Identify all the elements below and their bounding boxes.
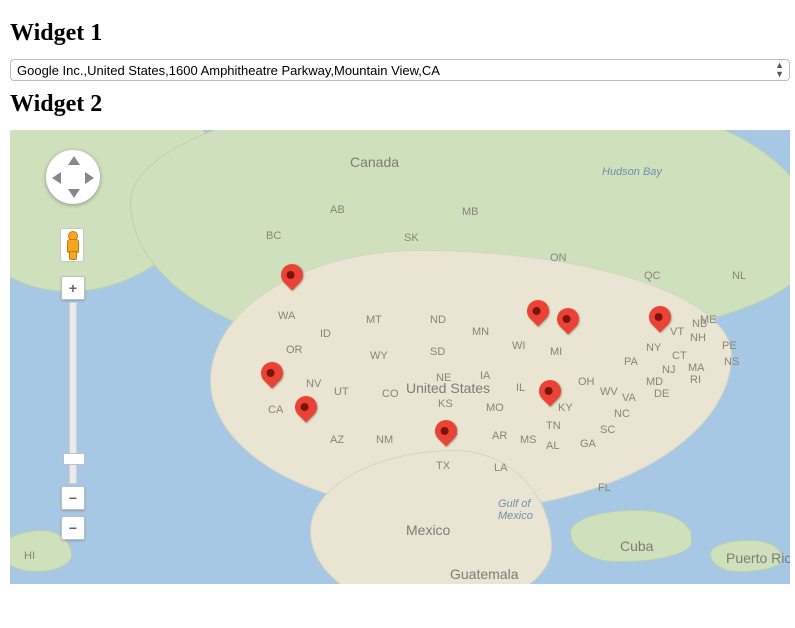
marker-wi[interactable] bbox=[527, 300, 549, 336]
marker-tx[interactable] bbox=[435, 420, 457, 456]
widget1-title: Widget 1 bbox=[10, 20, 785, 47]
zoom-out-button-2[interactable]: − bbox=[61, 516, 85, 540]
zoom-slider-handle[interactable] bbox=[63, 453, 85, 465]
marker-wa[interactable] bbox=[281, 264, 303, 300]
zoom-out-button-1[interactable]: − bbox=[61, 486, 85, 510]
pan-right-button[interactable] bbox=[85, 172, 94, 184]
marker-ca-south[interactable] bbox=[295, 396, 317, 432]
marker-ny[interactable] bbox=[649, 306, 671, 342]
zoom-slider-track[interactable] bbox=[69, 302, 77, 484]
zoom-in-button[interactable]: + bbox=[61, 276, 85, 300]
pan-up-button[interactable] bbox=[68, 156, 80, 165]
address-select-wrap: Google Inc.,United States,1600 Amphithea… bbox=[10, 59, 790, 81]
marker-tn[interactable] bbox=[539, 380, 561, 416]
widget2-title: Widget 2 bbox=[10, 91, 785, 118]
marker-ca-north[interactable] bbox=[261, 362, 283, 398]
marker-mi[interactable] bbox=[557, 308, 579, 344]
pan-down-button[interactable] bbox=[68, 189, 80, 198]
map-canvas[interactable]: CanadaUnited StatesMexicoCubaGuatemalaPu… bbox=[10, 130, 790, 584]
landmass bbox=[710, 540, 782, 572]
landmass bbox=[570, 510, 692, 562]
pan-left-button[interactable] bbox=[52, 172, 61, 184]
address-select[interactable]: Google Inc.,United States,1600 Amphithea… bbox=[10, 59, 790, 81]
pan-control bbox=[46, 150, 100, 204]
pegman-icon[interactable] bbox=[60, 228, 84, 262]
zoom-control: + − − bbox=[62, 276, 84, 540]
